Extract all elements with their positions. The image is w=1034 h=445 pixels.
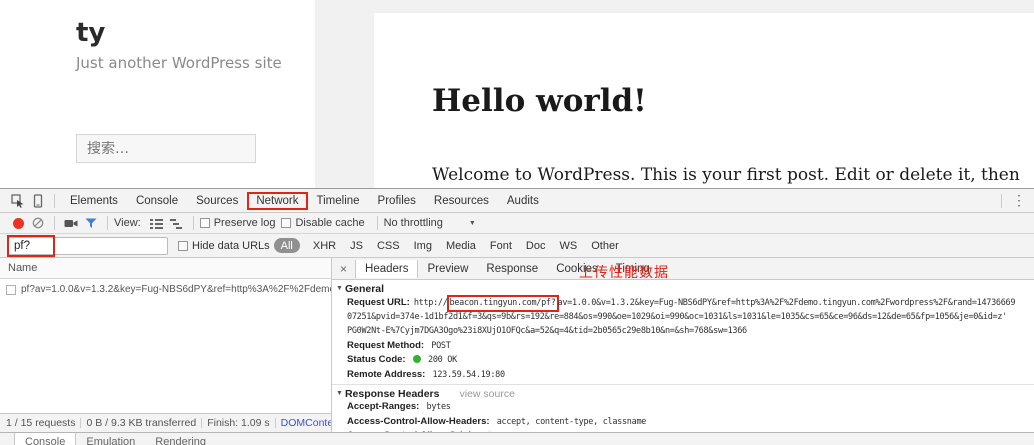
devtools-tabbar: Elements Console Sources Network Timelin… <box>0 189 1034 213</box>
filter-type-all[interactable]: All <box>274 238 300 253</box>
divider <box>1001 194 1002 208</box>
network-filterbar: Hide data URLs All XHR JS CSS Img Media … <box>0 234 1034 258</box>
tab-resources[interactable]: Resources <box>425 192 498 210</box>
tab-sources[interactable]: Sources <box>187 192 247 210</box>
details-panel: × Headers Preview Response Cookies Timin… <box>332 258 1034 432</box>
inspect-element-icon[interactable] <box>8 192 28 210</box>
screenshot-camera-icon[interactable] <box>61 214 81 232</box>
filter-type-xhr[interactable]: XHR <box>313 240 336 252</box>
filter-type-css[interactable]: CSS <box>377 240 400 252</box>
divider <box>80 418 81 428</box>
divider <box>107 216 108 230</box>
requests-panel: Name pf?av=1.0.0&v=1.3.2&key=Fug-NBS6dPY… <box>0 258 332 432</box>
waterfall-view-icon[interactable] <box>167 214 187 232</box>
divider <box>201 418 202 428</box>
drawer-tab-rendering[interactable]: Rendering <box>145 433 216 445</box>
status-ok-dot-icon <box>413 355 421 363</box>
throttling-select[interactable]: No throttling <box>384 217 443 229</box>
hide-data-urls-checkbox[interactable] <box>178 241 188 251</box>
filter-type-media[interactable]: Media <box>446 240 476 252</box>
preserve-log-checkbox[interactable] <box>200 218 210 228</box>
post-excerpt: Welcome to WordPress. This is your first… <box>432 165 1020 185</box>
tab-timeline[interactable]: Timeline <box>308 192 369 210</box>
record-button[interactable] <box>8 214 28 232</box>
remote-address-row: Remote Address: 123.59.54.19:80 <box>332 368 1034 382</box>
filter-type-img[interactable]: Img <box>414 240 432 252</box>
filter-type-other[interactable]: Other <box>591 240 619 252</box>
divider <box>332 384 1034 385</box>
disable-cache-checkbox[interactable] <box>281 218 291 228</box>
divider <box>275 418 276 428</box>
drawer-tabbar: Console Emulation Rendering <box>0 432 1034 445</box>
divider <box>193 216 194 230</box>
filter-type-ws[interactable]: WS <box>559 240 577 252</box>
details-tab-preview[interactable]: Preview <box>418 260 477 278</box>
status-code-row: Status Code: 200 OK <box>332 353 1034 367</box>
request-method-row: Request Method: POST <box>332 339 1034 353</box>
details-tab-headers[interactable]: Headers <box>355 260 418 278</box>
network-filter-input[interactable] <box>8 237 168 255</box>
details-tabbar: × Headers Preview Response Cookies Timin… <box>332 258 1034 280</box>
network-status-bar: 1 / 15 requests 0 B / 9.3 KB transferred… <box>0 413 331 432</box>
network-main: Name pf?av=1.0.0&v=1.3.2&key=Fug-NBS6dPY… <box>0 258 1034 432</box>
clear-button[interactable] <box>28 214 48 232</box>
request-url-row-cont: 07251&pvid=374e-1d1bf2d1&f=3&qs=9b&rs=19… <box>332 310 1034 324</box>
filter-type-js[interactable]: JS <box>350 240 363 252</box>
tab-audits[interactable]: Audits <box>498 192 548 210</box>
response-header-row: Accept-Ranges: bytes <box>332 400 1034 414</box>
site-title[interactable]: ty <box>76 18 105 48</box>
kebab-menu-icon[interactable]: ⋮ <box>1012 192 1026 209</box>
filter-type-font[interactable]: Font <box>490 240 512 252</box>
request-url-row-cont: PG0W2Nt-E%7Cyjm7DGA3Ogo%23i8XUjO1OFQc&a=… <box>332 324 1034 338</box>
network-toolbar: View: Preserve log Disable cache <box>0 213 1034 234</box>
view-label: View: <box>114 217 141 229</box>
browser-page: ty Just another WordPress site Hello wor… <box>0 0 1034 189</box>
file-icon <box>6 285 16 295</box>
divider <box>377 216 378 230</box>
response-header-row: Access-Control-Allow-Headers: accept, co… <box>332 415 1034 429</box>
close-details-button[interactable]: × <box>332 262 355 276</box>
view-source-link[interactable]: view source <box>459 388 514 400</box>
tab-profiles[interactable]: Profiles <box>369 192 425 210</box>
request-url-row: Request URL:http://beacon.tingyun.com/pf… <box>332 296 1034 310</box>
finish-time: Finish: 1.09 s <box>207 417 269 429</box>
tab-network[interactable]: Network <box>247 192 307 210</box>
divider <box>54 194 55 208</box>
filter-type-doc[interactable]: Doc <box>526 240 546 252</box>
name-column-header[interactable]: Name <box>0 258 331 279</box>
site-search-input[interactable] <box>76 134 256 163</box>
disclosure-triangle-icon: ▼ <box>336 285 343 292</box>
dropdown-arrow-icon[interactable]: ▼ <box>469 220 476 227</box>
list-view-icon[interactable] <box>147 214 167 232</box>
dom-content-loaded: DOMContentLoa… <box>281 417 332 429</box>
requests-count: 1 / 15 requests <box>6 417 75 429</box>
annotation-text: 上传性能数据 <box>579 262 669 282</box>
transferred: 0 B / 9.3 KB transferred <box>86 417 196 429</box>
device-toolbar-icon[interactable] <box>28 192 48 210</box>
tab-console[interactable]: Console <box>127 192 187 210</box>
post-card: Hello world! Welcome to WordPress. This … <box>374 13 1034 189</box>
request-row[interactable]: pf?av=1.0.0&v=1.3.2&key=Fug-NBS6dPY&ref=… <box>0 279 331 300</box>
details-tab-response[interactable]: Response <box>477 260 547 278</box>
preserve-log-label: Preserve log <box>214 217 276 229</box>
screen: ty Just another WordPress site Hello wor… <box>0 0 1034 445</box>
divider <box>54 216 55 230</box>
tab-elements[interactable]: Elements <box>61 192 127 210</box>
headers-body: ▼ General Request URL:http://beacon.ting… <box>332 280 1034 432</box>
devtools-panel: Elements Console Sources Network Timelin… <box>0 189 1034 445</box>
site-tagline: Just another WordPress site <box>76 54 282 72</box>
drawer-tab-console[interactable]: Console <box>14 433 76 445</box>
post-title[interactable]: Hello world! <box>432 83 647 119</box>
filter-funnel-icon[interactable] <box>81 214 101 232</box>
general-section-header[interactable]: ▼ General <box>332 282 1034 296</box>
disable-cache-label: Disable cache <box>295 217 364 229</box>
hide-data-urls-label: Hide data URLs <box>192 240 270 252</box>
disclosure-triangle-icon: ▼ <box>336 390 343 397</box>
drawer-tab-emulation[interactable]: Emulation <box>76 433 145 445</box>
response-headers-section-header[interactable]: ▼ Response Headers view source <box>332 387 1034 401</box>
request-name: pf?av=1.0.0&v=1.3.2&key=Fug-NBS6dPY&ref=… <box>21 284 331 295</box>
